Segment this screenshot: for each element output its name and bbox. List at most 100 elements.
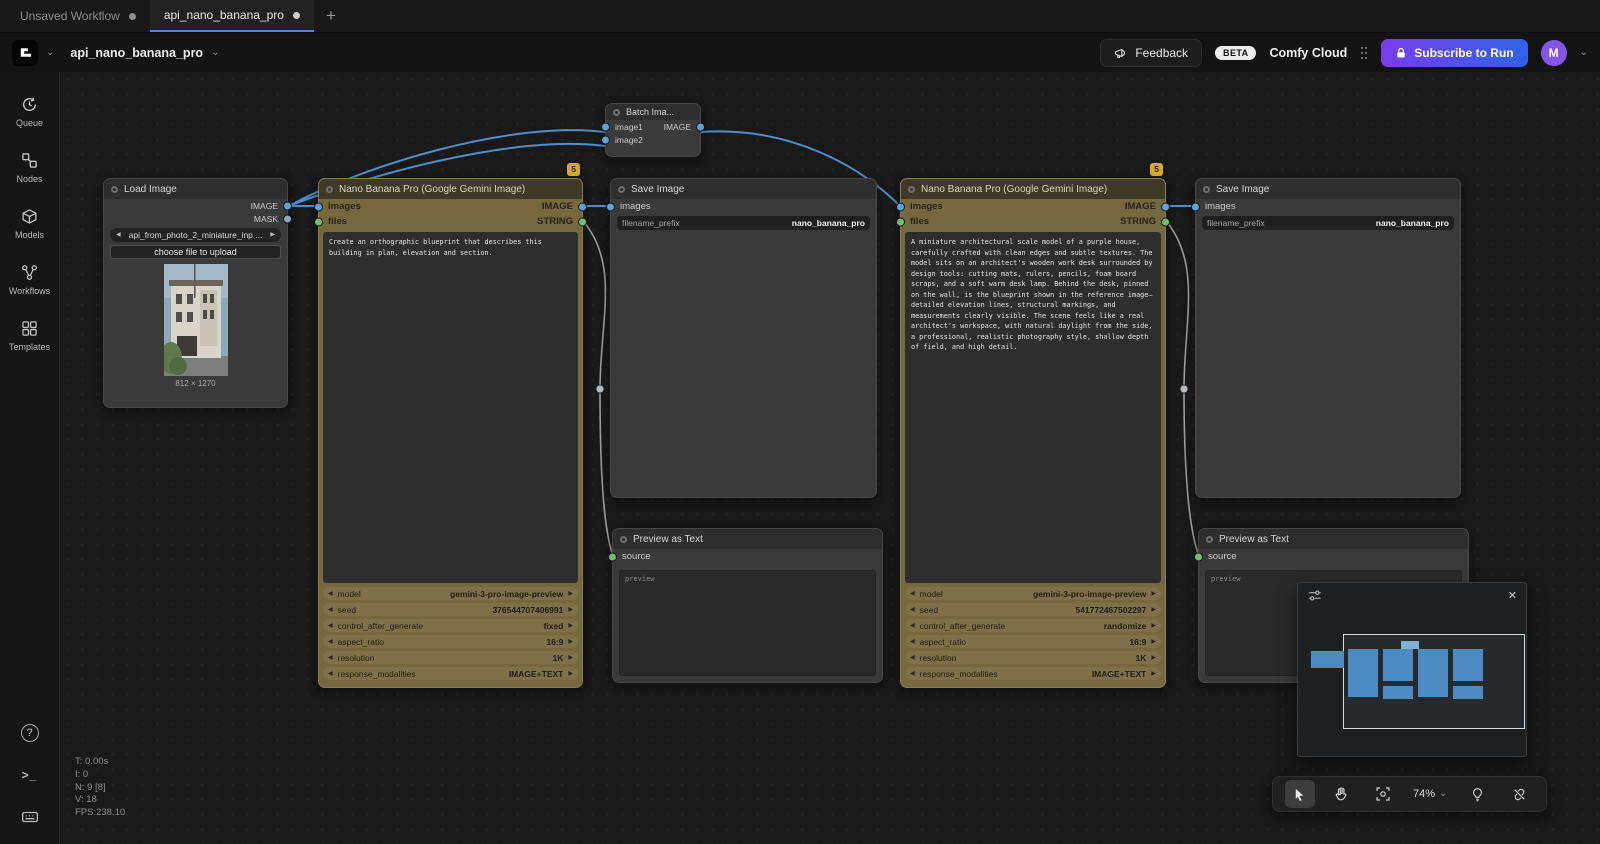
prev-value-icon[interactable]: ◀ [910, 639, 915, 645]
input-slot-files[interactable] [896, 217, 905, 226]
toggle-link-visibility-button[interactable] [1504, 780, 1534, 808]
sidebar-item-queue[interactable]: Queue [0, 84, 59, 140]
next-value-icon[interactable]: ▶ [1151, 591, 1156, 597]
comfy-logo[interactable] [12, 40, 38, 66]
sidebar-item-workflows[interactable]: Workflows [0, 252, 59, 308]
next-value-icon[interactable]: ▶ [1151, 655, 1156, 661]
user-avatar[interactable]: M [1541, 40, 1567, 66]
prev-value-icon[interactable]: ◀ [910, 655, 915, 661]
avatar-menu-caret-icon[interactable]: ⌄ [1580, 48, 1588, 58]
widget-seed[interactable]: ◀seed541772467502297▶ [905, 603, 1161, 616]
upload-file-button[interactable]: choose file to upload [110, 245, 281, 259]
next-value-icon[interactable]: ▶ [1151, 607, 1156, 613]
node-save-image-1[interactable]: Save Image images filename_prefix nano_b… [610, 178, 877, 498]
sidebar-item-models[interactable]: Models [0, 196, 59, 252]
input-slot-files[interactable] [314, 217, 323, 226]
workflow-name[interactable]: api_nano_banana_pro [70, 46, 203, 60]
minimap-close-button[interactable]: ✕ [1508, 589, 1517, 602]
prev-value-icon[interactable]: ◀ [910, 671, 915, 677]
output-slot-image[interactable] [283, 201, 292, 210]
node-batch-image[interactable]: Batch Ima... image1 IMAGE image2 [605, 103, 701, 157]
tab-api-nano-banana-pro[interactable]: api_nano_banana_pro [150, 0, 314, 32]
hints-button[interactable] [1463, 780, 1493, 808]
graph-canvas[interactable]: Batch Ima... image1 IMAGE image2 Load Im… [60, 72, 1600, 844]
widget-control-after-generate[interactable]: ◀control_after_generaterandomize▶ [905, 619, 1161, 632]
node-load-image[interactable]: Load Image IMAGE MASK ◀ api_from_photo_2… [103, 178, 288, 408]
tab-unsaved-workflow[interactable]: Unsaved Workflow [6, 0, 150, 32]
subscribe-to-run-button[interactable]: Subscribe to Run [1381, 39, 1527, 67]
prev-value-icon[interactable]: ◀ [328, 639, 333, 645]
input-slot-images[interactable] [1191, 202, 1200, 211]
node-preview-as-text-1[interactable]: Preview as Text source preview [612, 528, 883, 683]
node-save-image-2[interactable]: Save Image images filename_prefix nano_b… [1195, 178, 1461, 498]
prev-value-icon[interactable]: ◀ [116, 232, 121, 238]
widget-resolution[interactable]: ◀resolution1K▶ [905, 651, 1161, 664]
next-value-icon[interactable]: ▶ [568, 671, 573, 677]
node-header[interactable]: Nano Banana Pro (Google Gemini Image) [901, 179, 1165, 199]
widget-response-modalities[interactable]: ◀response_modalitiesIMAGE+TEXT▶ [905, 667, 1161, 680]
fit-view-button[interactable] [1368, 780, 1398, 808]
next-value-icon[interactable]: ▶ [270, 232, 275, 238]
output-slot-image[interactable] [1161, 202, 1170, 211]
widget-aspect-ratio[interactable]: ◀aspect_ratio16:9▶ [323, 635, 578, 648]
prev-value-icon[interactable]: ◀ [328, 623, 333, 629]
minimap-panel[interactable]: ✕ [1297, 582, 1527, 757]
input-slot-source[interactable] [608, 552, 617, 561]
prev-value-icon[interactable]: ◀ [328, 591, 333, 597]
preview-text-area[interactable]: preview [619, 570, 876, 676]
input-slot-image1[interactable] [601, 122, 610, 131]
help-button[interactable]: ? [21, 724, 39, 742]
select-tool-button[interactable] [1285, 780, 1315, 808]
node-header[interactable]: Nano Banana Pro (Google Gemini Image) [319, 179, 582, 199]
node-nano-banana-pro-2[interactable]: 5 Nano Banana Pro (Google Gemini Image) … [900, 178, 1166, 688]
widget-aspect-ratio[interactable]: ◀aspect_ratio16:9▶ [905, 635, 1161, 648]
input-slot-images[interactable] [896, 202, 905, 211]
prev-value-icon[interactable]: ◀ [910, 623, 915, 629]
input-slot-image2[interactable] [601, 135, 610, 144]
link-midpoint-dot[interactable] [1180, 385, 1188, 393]
next-value-icon[interactable]: ▶ [568, 639, 573, 645]
next-value-icon[interactable]: ▶ [568, 623, 573, 629]
prompt-textarea[interactable]: A miniature architectural scale model of… [905, 232, 1161, 583]
node-header[interactable]: Preview as Text [1199, 529, 1468, 549]
prev-value-icon[interactable]: ◀ [328, 655, 333, 661]
drag-handle-icon[interactable] [1360, 46, 1368, 60]
zoom-level-button[interactable]: 74% ⌄ [1409, 788, 1451, 800]
next-value-icon[interactable]: ▶ [1151, 623, 1156, 629]
widget-filename-prefix[interactable]: filename_prefix nano_banana_pro [1202, 216, 1454, 230]
next-value-icon[interactable]: ▶ [1151, 671, 1156, 677]
terminal-button[interactable]: >_ [22, 768, 38, 782]
prev-value-icon[interactable]: ◀ [328, 607, 333, 613]
next-value-icon[interactable]: ▶ [568, 607, 573, 613]
next-value-icon[interactable]: ▶ [568, 591, 573, 597]
node-header[interactable]: Preview as Text [613, 529, 882, 549]
next-value-icon[interactable]: ▶ [568, 655, 573, 661]
minimap-options-icon[interactable] [1307, 588, 1322, 603]
output-slot-image[interactable] [696, 122, 705, 131]
logo-menu-caret-icon[interactable]: ⌄ [46, 48, 54, 58]
pan-tool-button[interactable] [1326, 780, 1356, 808]
feedback-button[interactable]: Feedback [1100, 39, 1202, 67]
sidebar-item-nodes[interactable]: Nodes [0, 140, 59, 196]
prev-value-icon[interactable]: ◀ [328, 671, 333, 677]
output-slot-string[interactable] [578, 217, 587, 226]
next-value-icon[interactable]: ▶ [1151, 639, 1156, 645]
node-nano-banana-pro-1[interactable]: 5 Nano Banana Pro (Google Gemini Image) … [318, 178, 583, 688]
widget-seed[interactable]: ◀seed376544707406991▶ [323, 603, 578, 616]
input-slot-images[interactable] [606, 202, 615, 211]
loaded-image-preview[interactable] [164, 264, 228, 376]
image-file-combo[interactable]: ◀ api_from_photo_2_miniature_inp ... ▶ [110, 228, 281, 242]
input-slot-images[interactable] [314, 202, 323, 211]
prev-value-icon[interactable]: ◀ [910, 607, 915, 613]
sidebar-item-templates[interactable]: Templates [0, 308, 59, 364]
prompt-textarea[interactable]: Create an orthographic blueprint that de… [323, 232, 578, 583]
link-midpoint-dot[interactable] [596, 385, 604, 393]
output-slot-string[interactable] [1161, 217, 1170, 226]
workflow-menu-caret-icon[interactable]: ⌄ [211, 48, 219, 58]
widget-response-modalities[interactable]: ◀response_modalitiesIMAGE+TEXT▶ [323, 667, 578, 680]
node-header[interactable]: Save Image [1196, 179, 1460, 199]
widget-model[interactable]: ◀modelgemini-3-pro-image-preview▶ [905, 587, 1161, 600]
widget-filename-prefix[interactable]: filename_prefix nano_banana_pro [617, 216, 870, 230]
node-header[interactable]: Batch Ima... [606, 104, 700, 120]
prev-value-icon[interactable]: ◀ [910, 591, 915, 597]
